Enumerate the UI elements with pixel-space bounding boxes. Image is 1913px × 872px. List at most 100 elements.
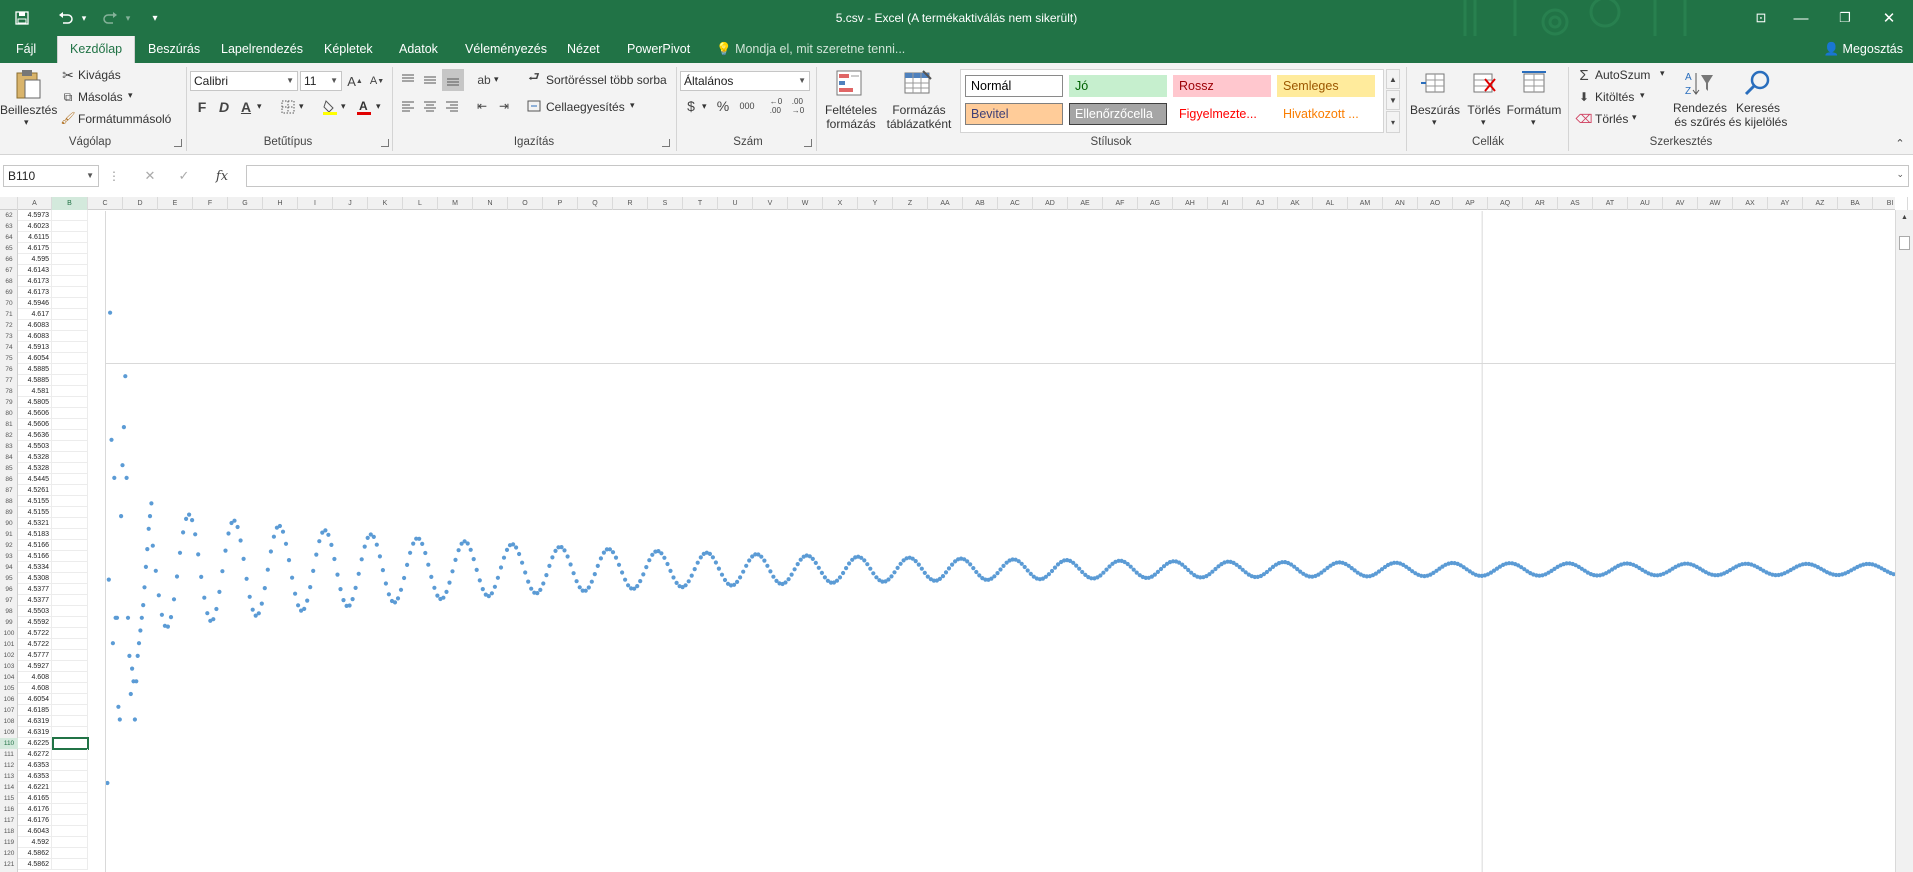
row-header[interactable]: 79	[0, 397, 18, 408]
row-header[interactable]: 74	[0, 342, 18, 353]
font-color-icon[interactable]: A	[354, 97, 374, 117]
cell-a[interactable]: 4.5885	[18, 375, 52, 386]
format-cells-button[interactable]: Formátum	[1506, 103, 1562, 117]
tab-formulas[interactable]: Képletek	[312, 36, 385, 63]
row-header[interactable]: 113	[0, 771, 18, 782]
cell-a[interactable]: 4.581	[18, 386, 52, 397]
cell-a[interactable]: 4.5606	[18, 419, 52, 430]
tab-page-layout[interactable]: Lapelrendezés	[209, 36, 315, 63]
expand-formula-bar-icon[interactable]: ⌄	[1896, 169, 1904, 180]
redo-icon[interactable]	[96, 0, 124, 36]
cell-b[interactable]	[52, 683, 88, 694]
cell-b[interactable]	[52, 694, 88, 705]
cell-a[interactable]: 4.5777	[18, 650, 52, 661]
column-header[interactable]: E	[158, 197, 193, 210]
row-header[interactable]: 106	[0, 694, 18, 705]
column-header[interactable]: AY	[1768, 197, 1803, 210]
cell-a[interactable]: 4.6083	[18, 320, 52, 331]
cell-b[interactable]	[52, 606, 88, 617]
increase-decimal-icon[interactable]: ←0.00	[766, 97, 786, 115]
cancel-entry-icon[interactable]: ✕	[140, 167, 160, 185]
fill-dropdown-icon[interactable]: ▾	[1640, 90, 1645, 101]
column-header[interactable]: AQ	[1488, 197, 1523, 210]
cell-a[interactable]: 4.6043	[18, 826, 52, 837]
cut-button[interactable]: Kivágás	[78, 68, 121, 82]
column-header[interactable]: AL	[1313, 197, 1348, 210]
cell-a[interactable]: 4.6272	[18, 749, 52, 760]
row-header[interactable]: 116	[0, 804, 18, 815]
find-select-button[interactable]: Keresés és kijelölés	[1728, 101, 1788, 129]
row-header[interactable]: 66	[0, 254, 18, 265]
restore-button[interactable]: ❐	[1822, 0, 1868, 36]
cell-b[interactable]	[52, 287, 88, 298]
tab-insert[interactable]: Beszúrás	[136, 36, 212, 63]
column-header[interactable]: AD	[1033, 197, 1068, 210]
column-header[interactable]: U	[718, 197, 753, 210]
cell-a[interactable]: 4.6319	[18, 716, 52, 727]
gallery-scroll-down-icon[interactable]: ▼	[1386, 90, 1400, 110]
cell-a[interactable]: 4.5927	[18, 661, 52, 672]
column-header[interactable]: Z	[893, 197, 928, 210]
row-header[interactable]: 62	[0, 210, 18, 221]
row-header[interactable]: 93	[0, 551, 18, 562]
align-middle-icon[interactable]	[420, 71, 440, 89]
bold-button[interactable]: F	[192, 97, 212, 117]
customize-qat-icon[interactable]: ▾	[146, 0, 164, 36]
cell-a[interactable]: 4.5445	[18, 474, 52, 485]
name-box[interactable]: B110 ▼	[3, 165, 99, 187]
column-header[interactable]: BI	[1873, 197, 1908, 210]
cell-b[interactable]	[52, 584, 88, 595]
column-header[interactable]: C	[88, 197, 123, 210]
cell-a[interactable]: 4.6165	[18, 793, 52, 804]
column-header[interactable]: AS	[1558, 197, 1593, 210]
cell-b[interactable]	[52, 650, 88, 661]
cell-b[interactable]	[52, 782, 88, 793]
cell-a[interactable]: 4.5503	[18, 606, 52, 617]
row-header[interactable]: 67	[0, 265, 18, 276]
cell-a[interactable]: 4.6173	[18, 276, 52, 287]
row-header[interactable]: 92	[0, 540, 18, 551]
cell-b[interactable]	[52, 716, 88, 727]
cell-a[interactable]: 4.5155	[18, 496, 52, 507]
column-header[interactable]: AR	[1523, 197, 1558, 210]
row-header[interactable]: 72	[0, 320, 18, 331]
column-header[interactable]: AJ	[1243, 197, 1278, 210]
cell-b[interactable]	[52, 628, 88, 639]
cell-a[interactable]: 4.5155	[18, 507, 52, 518]
column-header[interactable]: W	[788, 197, 823, 210]
column-header[interactable]: AO	[1418, 197, 1453, 210]
column-header[interactable]: R	[613, 197, 648, 210]
cell-b[interactable]	[52, 474, 88, 485]
orientation-dropdown-icon[interactable]: ▾	[494, 74, 499, 85]
row-header[interactable]: 88	[0, 496, 18, 507]
cell-b[interactable]	[52, 529, 88, 540]
wrap-text-button[interactable]: Sortöréssel több sorba	[546, 73, 667, 87]
cell-a[interactable]: 4.6023	[18, 221, 52, 232]
borders-dropdown-icon[interactable]: ▾	[299, 101, 304, 112]
column-header[interactable]: AU	[1628, 197, 1663, 210]
row-header[interactable]: 64	[0, 232, 18, 243]
underline-dropdown-icon[interactable]: ▾	[257, 101, 262, 112]
cell-style-6[interactable]: Figyelmezte...	[1173, 103, 1271, 125]
number-format-combo[interactable]: Általános ▼	[680, 71, 810, 91]
cell-a[interactable]: 4.5377	[18, 595, 52, 606]
cell-a[interactable]: 4.5946	[18, 298, 52, 309]
formula-input[interactable]: ⌄	[246, 165, 1909, 187]
cell-b[interactable]	[52, 771, 88, 782]
cell-a[interactable]: 4.6173	[18, 287, 52, 298]
decrease-indent-icon[interactable]: ⇤	[472, 97, 492, 115]
row-header[interactable]: 77	[0, 375, 18, 386]
cell-b[interactable]	[52, 562, 88, 573]
column-header[interactable]: AB	[963, 197, 998, 210]
tab-file[interactable]: Fájl	[4, 36, 48, 63]
cell-b[interactable]	[52, 837, 88, 848]
cell-a[interactable]: 4.6353	[18, 760, 52, 771]
cell-a[interactable]: 4.595	[18, 254, 52, 265]
align-left-icon[interactable]	[398, 97, 418, 115]
cell-b[interactable]	[52, 232, 88, 243]
format-dropdown-icon[interactable]: ▾	[1531, 117, 1536, 128]
cell-a[interactable]: 4.6176	[18, 804, 52, 815]
format-painter-button[interactable]: Formátummásoló	[78, 112, 171, 126]
cell-b[interactable]	[52, 485, 88, 496]
undo-dropdown-icon[interactable]: ▾	[78, 0, 90, 36]
